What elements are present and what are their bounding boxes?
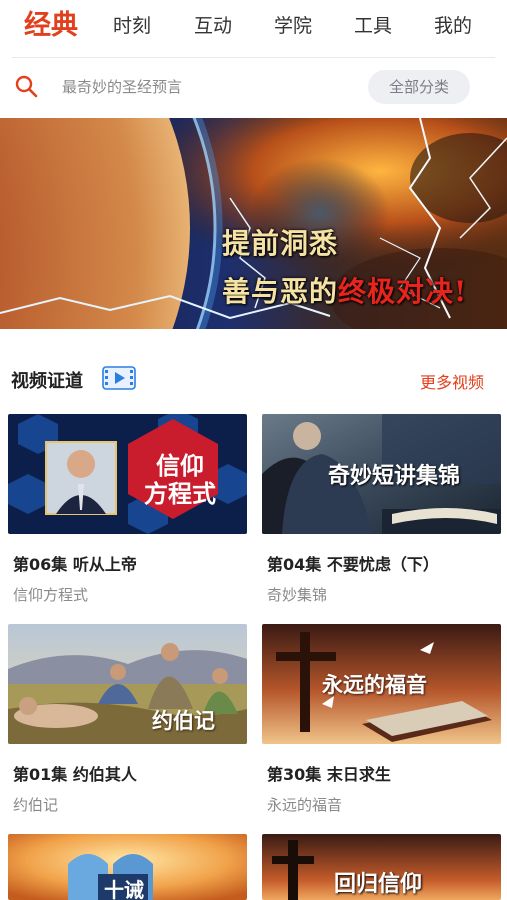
section-title: 视频证道 <box>11 371 83 392</box>
video-thumbnail[interactable]: 奇妙短讲集锦 <box>262 414 501 534</box>
video-thumbnail[interactable]: 信仰 方程式 <box>8 414 247 534</box>
video-title[interactable]: 第04集 不要忧虑（下） <box>267 553 439 577</box>
video-thumbnail[interactable]: 十诫 <box>8 834 247 900</box>
thumbnail-caption: 永远的福音 <box>322 672 427 697</box>
tab-classic[interactable]: 经典 <box>24 8 78 44</box>
thumbnail-caption: 约伯记 <box>152 708 215 733</box>
video-title[interactable]: 第06集 听从上帝 <box>13 553 137 577</box>
banner-subheadline: 善与恶的终极对决! <box>222 270 467 310</box>
tab-moments[interactable]: 时刻 <box>113 12 151 40</box>
video-series: 永远的福音 <box>267 796 343 814</box>
video-series: 奇妙集锦 <box>267 586 328 604</box>
video-title[interactable]: 第30集 末日求生 <box>267 763 391 787</box>
video-series: 约伯记 <box>13 796 59 814</box>
thumbnail-caption: 十诫 <box>104 878 144 900</box>
thumbnail-caption-line: 方程式 <box>144 479 216 508</box>
video-thumbnail[interactable]: 永远的福音 <box>262 624 501 744</box>
banner-subheadline-part2: 终极对决! <box>338 275 468 308</box>
video-title[interactable]: 第01集 约伯其人 <box>13 763 137 787</box>
banner-headline: 提前洞悉 <box>222 227 339 260</box>
tab-academy[interactable]: 学院 <box>274 12 312 40</box>
more-videos-link[interactable]: 更多视频 <box>420 371 484 395</box>
video-thumbnail[interactable]: 回归信仰 <box>262 834 501 900</box>
thumbnail-caption: 回归信仰 <box>334 871 423 897</box>
tab-tools[interactable]: 工具 <box>354 12 392 40</box>
video-thumbnail[interactable]: 约伯记 <box>8 624 247 744</box>
tab-interact[interactable]: 互动 <box>194 12 232 40</box>
video-icon <box>102 366 136 390</box>
all-categories-button[interactable]: 全部分类 <box>368 70 470 104</box>
banner-subheadline-part1: 善与恶的 <box>222 275 339 308</box>
video-series: 信仰方程式 <box>13 586 89 604</box>
nav-divider <box>12 57 495 58</box>
tab-me[interactable]: 我的 <box>434 12 472 40</box>
thumbnail-caption: 信仰 方程式 <box>144 452 216 508</box>
search-input[interactable]: 最奇妙的圣经预言 <box>62 72 352 102</box>
search-icon[interactable] <box>14 74 40 100</box>
thumbnail-caption-line: 信仰 <box>156 451 204 480</box>
thumbnail-caption: 奇妙短讲集锦 <box>328 463 461 489</box>
top-nav: 经典 时刻 互动 学院 工具 我的 <box>0 0 507 56</box>
